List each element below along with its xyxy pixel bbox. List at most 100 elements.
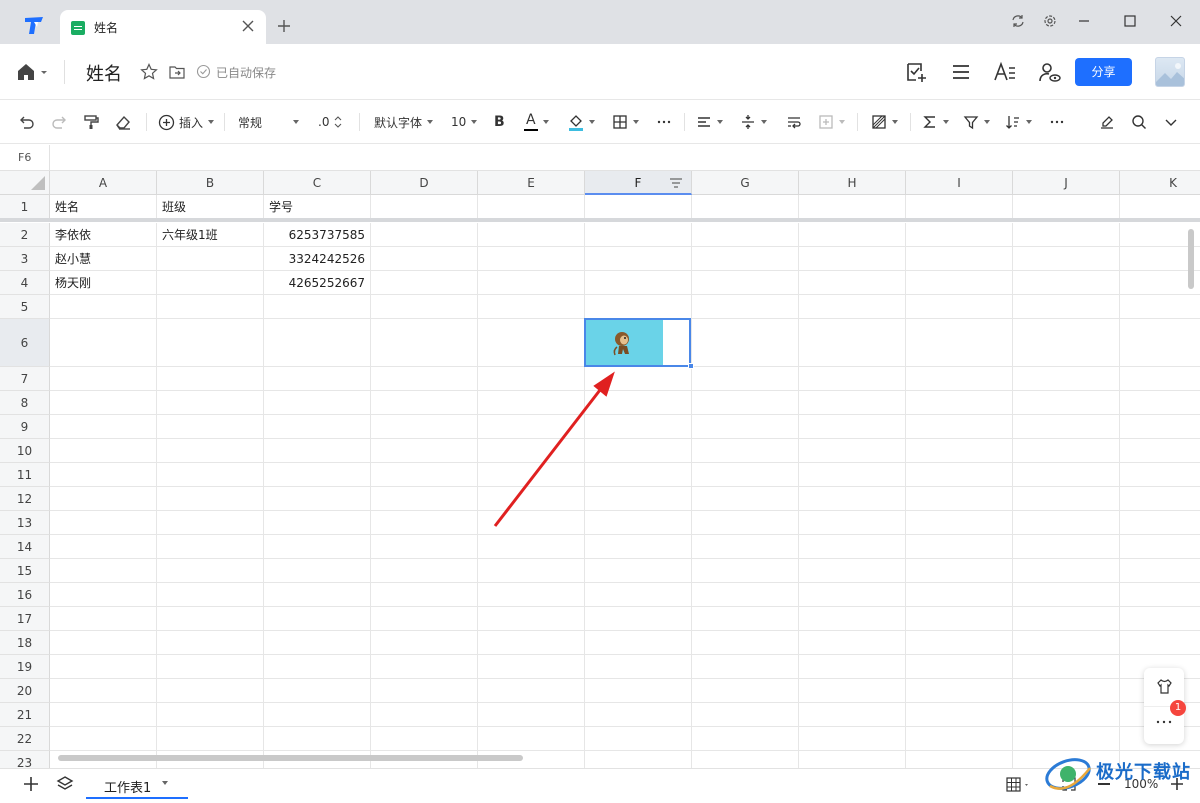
cell-g17[interactable] xyxy=(692,607,799,631)
cell-i3[interactable] xyxy=(906,247,1013,271)
cell-c12[interactable] xyxy=(264,487,371,511)
spreadsheet-grid[interactable]: A B C D E F G H I J K 1 姓名 班级 学号 2 李依依 六年级1班 6253737585 3 赵小… xyxy=(0,171,1200,768)
cell-c1[interactable]: 学号 xyxy=(264,195,371,219)
collaborator-view-icon[interactable] xyxy=(1037,60,1061,84)
cell-i19[interactable] xyxy=(906,655,1013,679)
cell-b14[interactable] xyxy=(157,535,264,559)
row-header-4[interactable]: 4 xyxy=(0,271,50,295)
cell-a22[interactable] xyxy=(50,727,157,751)
cell-k7[interactable] xyxy=(1120,367,1200,391)
cell-i22[interactable] xyxy=(906,727,1013,751)
merge-cells-button[interactable] xyxy=(818,112,845,132)
cell-a20[interactable] xyxy=(50,679,157,703)
bold-button[interactable]: B xyxy=(494,112,505,132)
cell-c15[interactable] xyxy=(264,559,371,583)
cell-k15[interactable] xyxy=(1120,559,1200,583)
cell-e11[interactable] xyxy=(478,463,585,487)
wrap-text-icon[interactable] xyxy=(786,112,802,132)
cell-b3[interactable] xyxy=(157,247,264,271)
cell-c6[interactable] xyxy=(264,319,371,367)
row-header-9[interactable]: 9 xyxy=(0,415,50,439)
cell-j14[interactable] xyxy=(1013,535,1120,559)
cell-j11[interactable] xyxy=(1013,463,1120,487)
cell-reference-box[interactable]: F6 xyxy=(0,145,50,170)
cell-d20[interactable] xyxy=(371,679,478,703)
cell-c19[interactable] xyxy=(264,655,371,679)
close-window-icon[interactable] xyxy=(1168,13,1184,29)
cell-f12[interactable] xyxy=(585,487,692,511)
cell-i5[interactable] xyxy=(906,295,1013,319)
cell-e21[interactable] xyxy=(478,703,585,727)
column-header-e[interactable]: E xyxy=(478,171,585,195)
cell-c10[interactable] xyxy=(264,439,371,463)
cell-c9[interactable] xyxy=(264,415,371,439)
cell-e10[interactable] xyxy=(478,439,585,463)
cell-i2[interactable] xyxy=(906,223,1013,247)
decimal-places-stepper[interactable]: .0 xyxy=(318,112,343,132)
cell-i1[interactable] xyxy=(906,195,1013,219)
cell-a19[interactable] xyxy=(50,655,157,679)
cell-e14[interactable] xyxy=(478,535,585,559)
row-header-23[interactable]: 23 xyxy=(0,751,50,768)
cell-i21[interactable] xyxy=(906,703,1013,727)
row-header-5[interactable]: 5 xyxy=(0,295,50,319)
cell-j21[interactable] xyxy=(1013,703,1120,727)
skin-shirt-icon[interactable] xyxy=(1156,678,1173,698)
cell-e6[interactable] xyxy=(478,319,585,367)
add-sheet-plus-icon[interactable] xyxy=(22,775,40,796)
cell-f8[interactable] xyxy=(585,391,692,415)
cell-a6[interactable] xyxy=(50,319,157,367)
cell-g9[interactable] xyxy=(692,415,799,439)
cell-b12[interactable] xyxy=(157,487,264,511)
cell-d1[interactable] xyxy=(371,195,478,219)
row-header-17[interactable]: 17 xyxy=(0,607,50,631)
cell-k16[interactable] xyxy=(1120,583,1200,607)
cell-d4[interactable] xyxy=(371,271,478,295)
cell-c4[interactable]: 4265252667 xyxy=(264,271,371,295)
cell-j18[interactable] xyxy=(1013,631,1120,655)
cell-k18[interactable] xyxy=(1120,631,1200,655)
cell-h7[interactable] xyxy=(799,367,906,391)
cell-a2[interactable]: 李依依 xyxy=(50,223,157,247)
cell-c2[interactable]: 6253737585 xyxy=(264,223,371,247)
cell-h17[interactable] xyxy=(799,607,906,631)
cell-j2[interactable] xyxy=(1013,223,1120,247)
cell-j3[interactable] xyxy=(1013,247,1120,271)
row-header-3[interactable]: 3 xyxy=(0,247,50,271)
cell-g20[interactable] xyxy=(692,679,799,703)
cell-j13[interactable] xyxy=(1013,511,1120,535)
cell-h3[interactable] xyxy=(799,247,906,271)
cell-b16[interactable] xyxy=(157,583,264,607)
row-header-10[interactable]: 10 xyxy=(0,439,50,463)
cell-b9[interactable] xyxy=(157,415,264,439)
cell-e2[interactable] xyxy=(478,223,585,247)
move-to-folder-icon[interactable] xyxy=(168,63,186,81)
cell-b20[interactable] xyxy=(157,679,264,703)
cell-a17[interactable] xyxy=(50,607,157,631)
cell-d21[interactable] xyxy=(371,703,478,727)
row-header-6[interactable]: 6 xyxy=(0,319,50,367)
cell-g7[interactable] xyxy=(692,367,799,391)
cell-k1[interactable] xyxy=(1120,195,1200,219)
cell-g18[interactable] xyxy=(692,631,799,655)
share-button[interactable]: 分享 xyxy=(1075,58,1132,86)
column-header-h[interactable]: H xyxy=(799,171,906,195)
redo-icon[interactable] xyxy=(50,112,68,132)
cell-d6[interactable] xyxy=(371,319,478,367)
cell-c22[interactable] xyxy=(264,727,371,751)
cell-k14[interactable] xyxy=(1120,535,1200,559)
cell-f5[interactable] xyxy=(585,295,692,319)
cell-f2[interactable] xyxy=(585,223,692,247)
search-icon[interactable] xyxy=(1131,112,1147,132)
cell-a14[interactable] xyxy=(50,535,157,559)
cell-e5[interactable] xyxy=(478,295,585,319)
cell-h13[interactable] xyxy=(799,511,906,535)
cell-d3[interactable] xyxy=(371,247,478,271)
document-title[interactable]: 姓名 xyxy=(86,60,122,86)
cell-h15[interactable] xyxy=(799,559,906,583)
cell-g8[interactable] xyxy=(692,391,799,415)
row-header-12[interactable]: 12 xyxy=(0,487,50,511)
maximize-icon[interactable] xyxy=(1122,13,1138,29)
cell-a16[interactable] xyxy=(50,583,157,607)
cell-i16[interactable] xyxy=(906,583,1013,607)
